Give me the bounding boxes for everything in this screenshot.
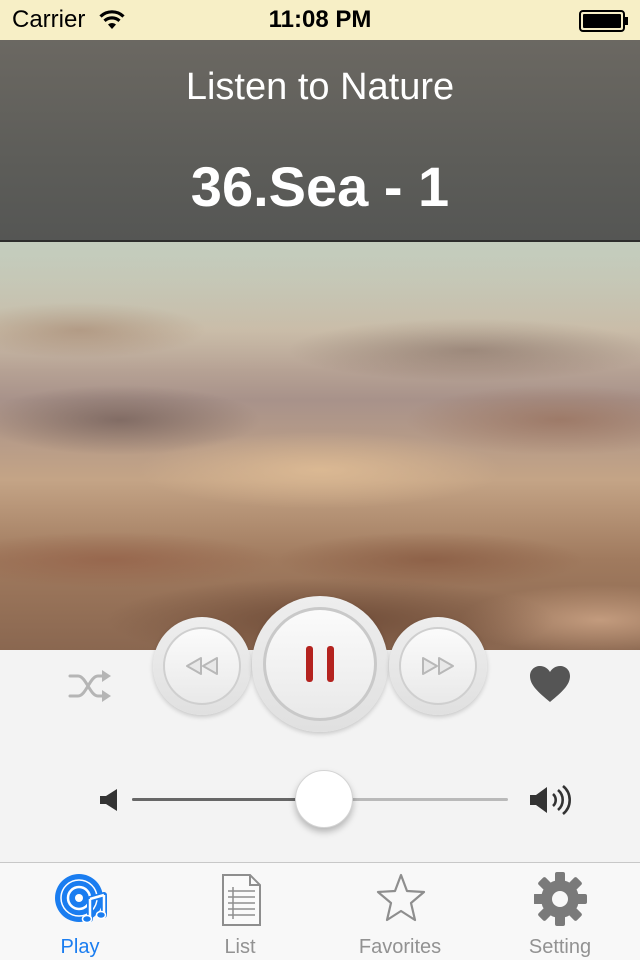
- volume-high-icon: [530, 784, 571, 816]
- tab-bar: Play List Favorites Setting: [0, 862, 640, 960]
- rewind-button-face[interactable]: [163, 627, 241, 705]
- volume-low-icon: [100, 789, 117, 811]
- status-bar: Carrier 11:08 PM: [0, 0, 640, 40]
- tab-play[interactable]: Play: [0, 863, 160, 960]
- tab-label-favorites: Favorites: [358, 936, 442, 958]
- rewind-icon: [186, 657, 218, 675]
- music-disc-icon: [55, 874, 107, 924]
- clock: 11:08 PM: [268, 6, 372, 33]
- pause-button-face[interactable]: [263, 607, 377, 721]
- volume-slider-thumb[interactable]: [294, 770, 353, 828]
- fast-forward-button-face[interactable]: [399, 627, 477, 705]
- tab-label-setting: Setting: [528, 936, 592, 958]
- photo-haze: [0, 240, 640, 370]
- fast-forward-icon: [422, 657, 454, 675]
- tab-list[interactable]: List: [160, 863, 320, 960]
- star-icon: [376, 873, 426, 922]
- tab-favorites[interactable]: Favorites: [320, 863, 480, 960]
- shuffle-icon[interactable]: [68, 668, 112, 704]
- tab-label-play: Play: [60, 936, 100, 958]
- track-title: 36.Sea - 1: [190, 155, 450, 218]
- document-list-icon: [222, 874, 261, 926]
- battery-icon: [579, 10, 628, 32]
- fast-forward-button[interactable]: [389, 617, 487, 715]
- heart-icon[interactable]: [528, 664, 572, 704]
- rewind-button[interactable]: [153, 617, 251, 715]
- now-playing-header: Listen to Nature 36.Sea - 1: [0, 40, 640, 242]
- pause-button[interactable]: [252, 596, 388, 732]
- app-title: Listen to Nature: [185, 66, 455, 108]
- gear-icon: [534, 872, 587, 926]
- tab-setting[interactable]: Setting: [480, 863, 640, 960]
- pause-icon: [306, 646, 334, 682]
- tab-label-list: List: [224, 936, 256, 958]
